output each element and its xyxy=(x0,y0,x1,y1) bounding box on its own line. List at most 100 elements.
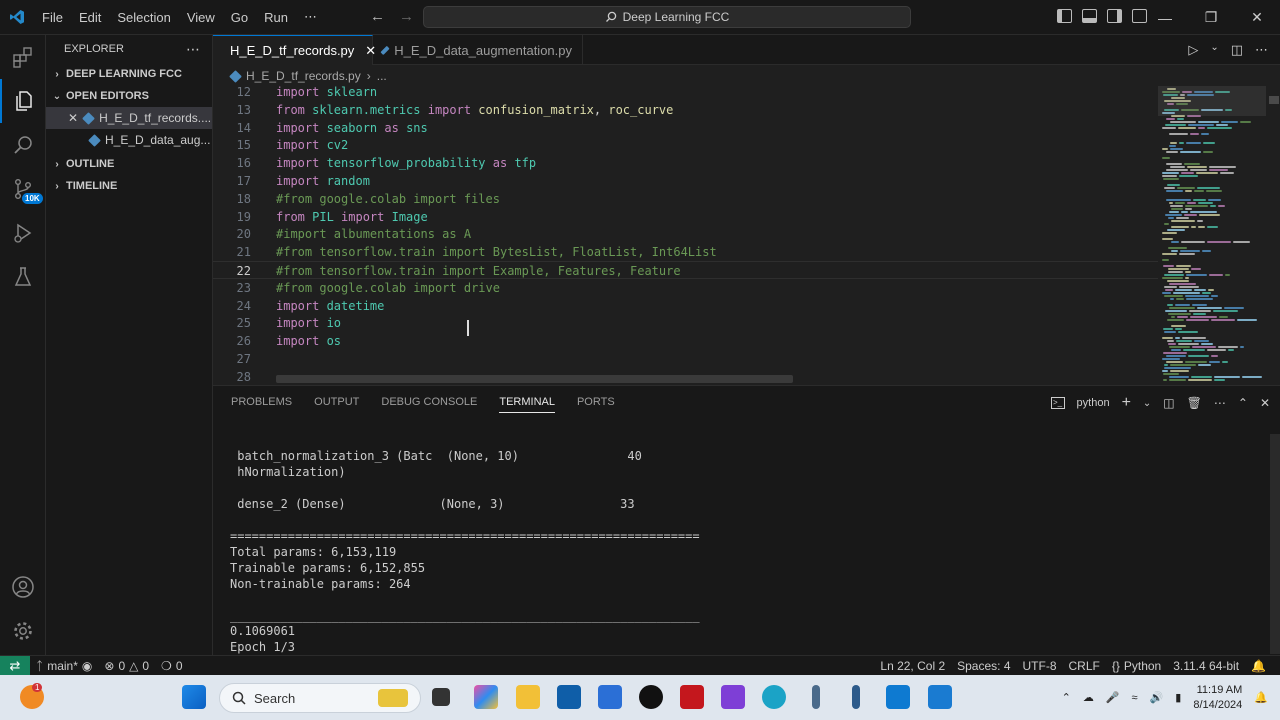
menu-go[interactable]: Go xyxy=(223,10,256,25)
code-line[interactable]: 18 #from google.colab import files xyxy=(213,190,1158,208)
search-view-icon[interactable] xyxy=(0,123,46,167)
code-line[interactable]: 20 #import albumentations as A xyxy=(213,225,1158,243)
editor-scrollbar[interactable] xyxy=(1266,86,1280,384)
terminal-dropdown-icon[interactable]: ⌄ xyxy=(1143,398,1151,409)
notifications-bell-icon[interactable]: 🔔 xyxy=(1245,659,1272,673)
breadcrumb-file[interactable]: H_E_D_tf_records.py xyxy=(246,69,361,83)
forward-arrow-icon[interactable]: → xyxy=(399,8,414,25)
end-of-line[interactable]: CRLF xyxy=(1063,659,1106,673)
file-encoding[interactable]: UTF-8 xyxy=(1017,659,1063,673)
minimap[interactable] xyxy=(1158,86,1266,384)
language-mode[interactable]: {} Python xyxy=(1106,659,1167,673)
clipchamp-icon[interactable] xyxy=(721,685,745,709)
kill-terminal-trash-icon[interactable]: 🗑 xyxy=(1187,396,1202,410)
outline-section[interactable]: › OUTLINE xyxy=(46,153,212,175)
menu-more[interactable]: ⋯ xyxy=(296,9,325,25)
terminal-scrollbar[interactable] xyxy=(1270,434,1280,654)
panel-more-icon[interactable]: ⋯ xyxy=(1214,396,1226,410)
code-line[interactable]: 13 from sklearn.metrics import confusion_… xyxy=(213,101,1158,119)
code-line[interactable]: 25 import io xyxy=(213,314,1158,332)
extensions-icon[interactable] xyxy=(0,35,46,79)
code-line[interactable]: 14 import seaborn as sns xyxy=(213,119,1158,137)
tab-problems[interactable]: PROBLEMS xyxy=(231,396,292,413)
taskbar-search[interactable]: Search xyxy=(219,683,421,713)
tab-ports[interactable]: PORTS xyxy=(577,396,615,413)
run-debug-icon[interactable] xyxy=(0,211,46,255)
editor-more-icon[interactable]: ⋯ xyxy=(1255,42,1268,58)
accounts-icon[interactable] xyxy=(0,565,46,609)
file-explorer-icon[interactable] xyxy=(516,685,540,709)
tab-terminal[interactable]: TERMINAL xyxy=(499,396,555,413)
settings-gear-icon[interactable] xyxy=(0,609,46,653)
code-line[interactable]: 24 import datetime xyxy=(213,297,1158,315)
tab-debug-console[interactable]: DEBUG CONSOLE xyxy=(381,396,477,413)
ports-counter[interactable]: ❍ 0 xyxy=(155,659,188,673)
menu-selection[interactable]: Selection xyxy=(109,10,178,25)
battery-icon[interactable]: ▮ xyxy=(1175,691,1181,704)
toggle-panel-icon[interactable] xyxy=(1082,9,1097,23)
minimize-icon[interactable]: — xyxy=(1142,0,1188,35)
timeline-section[interactable]: › TIMELINE xyxy=(46,175,212,197)
system-clock[interactable]: 11:19 AM 8/14/2024 xyxy=(1193,683,1242,713)
show-hidden-icons-chevron-icon[interactable]: ⌃ xyxy=(1062,691,1071,704)
mcafee-icon[interactable] xyxy=(680,685,704,709)
maximize-panel-chevron-up-icon[interactable]: ⌃ xyxy=(1238,396,1248,410)
toggle-secondary-sidebar-icon[interactable] xyxy=(1107,9,1122,23)
new-terminal-icon[interactable]: + xyxy=(1122,394,1131,412)
source-control-icon[interactable]: 10K xyxy=(0,167,46,211)
code-line[interactable]: 19 from PIL import Image xyxy=(213,208,1158,226)
close-editor-icon[interactable]: ✕ xyxy=(68,111,78,125)
code-line[interactable]: 27 xyxy=(213,350,1158,368)
run-python-icon[interactable]: ▷ xyxy=(1188,42,1198,58)
wifi-icon[interactable]: ≈ xyxy=(1132,692,1138,704)
toggle-primary-sidebar-icon[interactable] xyxy=(1057,9,1072,23)
vscode-taskbar-icon[interactable] xyxy=(886,685,910,709)
run-dropdown-icon[interactable]: ⌄ xyxy=(1210,42,1218,58)
code-line[interactable]: 21 #from tensorflow.train import BytesLis… xyxy=(213,243,1158,261)
remote-desktop-icon[interactable] xyxy=(928,685,952,709)
microsoft-store-icon[interactable] xyxy=(598,685,622,709)
workspace-section[interactable]: › DEEP LEARNING FCC xyxy=(46,63,212,85)
onedrive-cloud-icon[interactable]: ☁ xyxy=(1083,691,1094,704)
code-editor[interactable]: 12 import sklearn 13 from sklearn.metrics i… xyxy=(213,86,1158,384)
windows-start-icon[interactable] xyxy=(182,685,206,709)
copilot-icon[interactable] xyxy=(474,685,498,709)
editor-scroll-thumb[interactable] xyxy=(1269,96,1279,104)
code-line[interactable]: 22 #from tensorflow.train import Example,… xyxy=(213,261,1158,279)
open-editors-section[interactable]: ⌄ OPEN EDITORS xyxy=(46,85,212,107)
remote-indicator-icon[interactable]: ⇄ xyxy=(0,655,30,676)
explorer-more-icon[interactable]: ⋯ xyxy=(186,41,200,58)
pen-app-icon[interactable] xyxy=(812,685,820,709)
problems-counter[interactable]: ⊗ 0 △ 0 xyxy=(98,659,155,673)
code-line[interactable]: 16 import tensorflow_probability as tfp xyxy=(213,154,1158,172)
terminal-shell-label[interactable]: python xyxy=(1077,397,1110,409)
tab-data-augmentation[interactable]: H_E_D_data_augmentation.py xyxy=(373,35,583,65)
restore-icon[interactable]: ❐ xyxy=(1188,0,1234,35)
microphone-icon[interactable]: 🎤 xyxy=(1106,691,1120,704)
git-branch[interactable]: ᛏ main* ◉ xyxy=(30,659,98,673)
explorer-files-icon[interactable] xyxy=(0,79,46,123)
notification-center-icon[interactable]: 🔔 xyxy=(1254,691,1268,704)
editor-horizontal-scrollbar[interactable] xyxy=(276,375,793,383)
tab-tf-records[interactable]: H_E_D_tf_records.py ✕ xyxy=(213,35,376,65)
tab-output[interactable]: OUTPUT xyxy=(314,396,359,413)
close-panel-icon[interactable]: ✕ xyxy=(1260,396,1270,410)
code-line[interactable]: 12 import sklearn xyxy=(213,86,1158,101)
breadcrumb-more[interactable]: ... xyxy=(377,69,387,83)
split-editor-icon[interactable]: ◫ xyxy=(1231,42,1243,58)
open-editor-item[interactable]: H_E_D_data_aug... xyxy=(46,129,212,151)
close-window-icon[interactable]: ✕ xyxy=(1234,0,1280,35)
open-editor-item[interactable]: ✕ H_E_D_tf_records.... xyxy=(46,107,212,129)
tiktok-icon[interactable] xyxy=(639,685,663,709)
code-line[interactable]: 15 import cv2 xyxy=(213,136,1158,154)
app-l-icon[interactable] xyxy=(557,685,581,709)
edge-browser-icon[interactable] xyxy=(762,685,786,709)
indentation[interactable]: Spaces: 4 xyxy=(951,659,1016,673)
task-view-icon[interactable] xyxy=(432,688,450,706)
menu-edit[interactable]: Edit xyxy=(71,10,109,25)
menu-run[interactable]: Run xyxy=(256,10,296,25)
testing-flask-icon[interactable] xyxy=(0,255,46,299)
minimap-viewport[interactable] xyxy=(1158,86,1266,116)
menu-view[interactable]: View xyxy=(179,10,223,25)
split-terminal-icon[interactable]: ◫ xyxy=(1163,396,1174,410)
